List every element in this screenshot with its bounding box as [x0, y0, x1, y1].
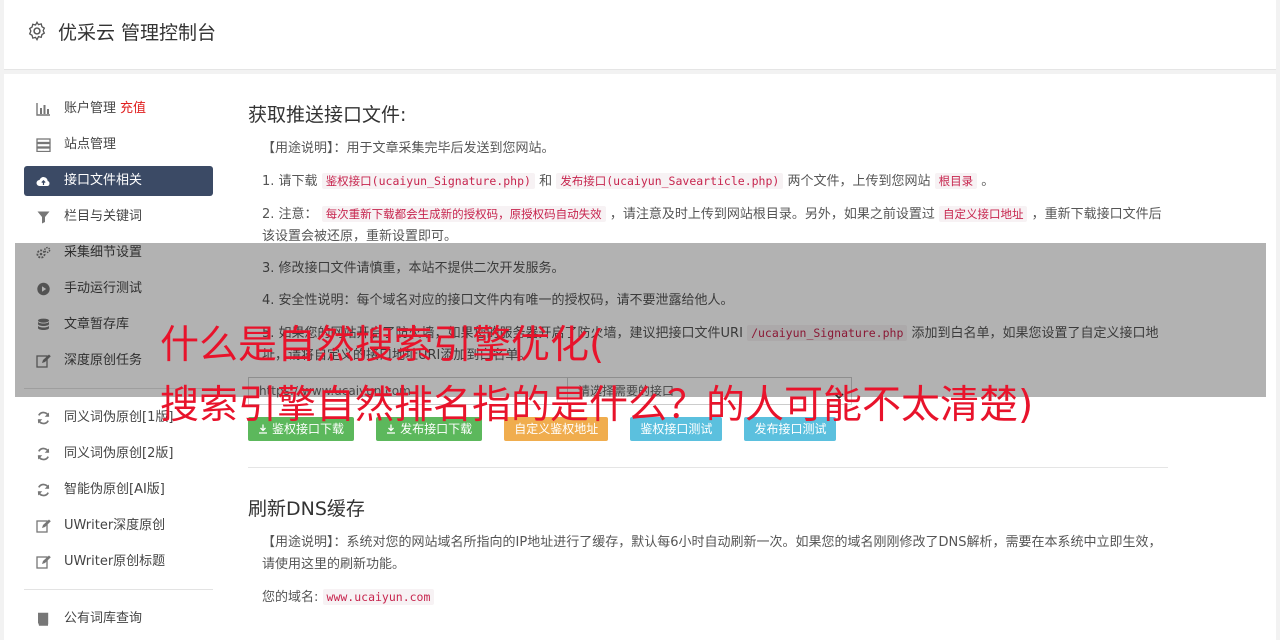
header-bar: 优采云 管理控制台: [4, 0, 1276, 70]
domain-value: www.ucaiyun.com: [322, 589, 435, 605]
refresh-icon: [36, 411, 51, 425]
sidebar-item-label: 栏目与关键词: [64, 209, 143, 224]
auth-warning-code: 每次重新下载都会生成新的授权码，原授权码自动失效: [321, 206, 606, 222]
dns-section-title: 刷新DNS缓存: [248, 498, 365, 520]
sidebar-item-label: UWriter原创标题: [64, 554, 166, 569]
recharge-link[interactable]: 充值: [120, 101, 146, 116]
sidebar-item-interface-files[interactable]: 接口文件相关: [24, 166, 213, 196]
sidebar-item-columns-keywords[interactable]: 栏目与关键词: [24, 202, 213, 232]
gear-icon: [26, 20, 48, 42]
root-dir-code: 根目录: [934, 173, 978, 189]
book-icon: [36, 612, 51, 626]
section-divider: [248, 467, 1168, 468]
publish-file-code: 发布接口(ucaiyun_Savearticle.php): [556, 173, 784, 189]
nav-divider: [24, 589, 213, 590]
dns-usage: 【用途说明】：系统对您的网站域名所指向的IP地址进行了缓存，默认每6小时自动刷新…: [248, 532, 1168, 576]
step-1: 1. 请下载 鉴权接口(ucaiyun_Signature.php) 和 发布接…: [248, 170, 1168, 193]
sidebar-item-synonym-v2[interactable]: 同义词伪原创[2版]: [24, 439, 213, 469]
sidebar-item-label: 接口文件相关: [64, 173, 143, 188]
step-text: 和: [539, 174, 553, 189]
edit-icon: [36, 519, 51, 533]
sidebar-item-account[interactable]: 账户管理 充值: [24, 94, 213, 124]
domain-label: 您的域名:: [262, 590, 319, 605]
sidebar-item-label: 同义词伪原创[1版]: [64, 410, 174, 425]
sidebar-item-public-lexicon[interactable]: 公有词库查询: [24, 604, 213, 634]
console-title: 优采云 管理控制台: [58, 22, 217, 44]
usage-text: ：系统对您的网站域名所指向的IP地址进行了缓存，默认每6小时自动刷新一次。如果您…: [262, 535, 1162, 572]
sidebar-item-label: 站点管理: [64, 137, 117, 152]
sidebar-item-label: 智能伪原创[AI版]: [64, 482, 165, 497]
usage-label: 【用途说明】: [262, 535, 334, 550]
usage-text: ：用于文章采集完毕后发送到您网站。: [333, 141, 555, 156]
sidebar-item-sites[interactable]: 站点管理: [24, 130, 213, 160]
push-section-title: 获取推送接口文件:: [248, 104, 407, 126]
step-text: 两个文件，上传到您网站: [787, 174, 931, 189]
edit-icon: [36, 555, 51, 569]
dns-domain-row: 您的域名: www.ucaiyun.com: [248, 586, 1168, 609]
sign-file-code: 鉴权接口(ucaiyun_Signature.php): [321, 173, 535, 189]
bar-chart-icon: [36, 102, 51, 116]
refresh-icon: [36, 483, 51, 497]
push-usage: 【用途说明】：用于文章采集完毕后发送到您网站。: [248, 138, 1168, 160]
usage-label: 【用途说明】: [262, 141, 334, 156]
step-text: 。: [981, 174, 995, 189]
overlay-headline-line-1: 什么是自然搜索引擎优化(: [160, 323, 605, 368]
step-text: 2. 注意：: [262, 207, 318, 222]
dark-overlay-band: [15, 243, 1266, 397]
sidebar-item-smart-ai[interactable]: 智能伪原创[AI版]: [24, 475, 213, 505]
sidebar-item-label: 同义词伪原创[2版]: [64, 446, 174, 461]
step-2: 2. 注意： 每次重新下载都会生成新的授权码，原授权码自动失效 ，请注意及时上传…: [248, 203, 1168, 248]
custom-url-code: 自定义接口地址: [938, 206, 1028, 222]
cloud-upload-icon: [36, 174, 51, 188]
filter-icon: [36, 210, 51, 224]
sidebar-item-uwriter-title[interactable]: UWriter原创标题: [24, 547, 213, 577]
refresh-icon: [36, 447, 51, 461]
sidebar-item-label: 公有词库查询: [64, 611, 143, 626]
server-icon: [36, 138, 51, 152]
overlay-headline-line-2: 搜索引擎自然排名指的是什么？的人可能不太清楚): [160, 383, 1034, 428]
sidebar-item-label: 账户管理: [64, 101, 117, 116]
step-text: ，请注意及时上传到网站根目录。另外，如果之前设置过: [609, 207, 935, 222]
sidebar-item-label: UWriter深度原创: [64, 518, 166, 533]
sidebar-item-uwriter-deep[interactable]: UWriter深度原创: [24, 511, 213, 541]
step-text: 1. 请下载: [262, 174, 318, 189]
